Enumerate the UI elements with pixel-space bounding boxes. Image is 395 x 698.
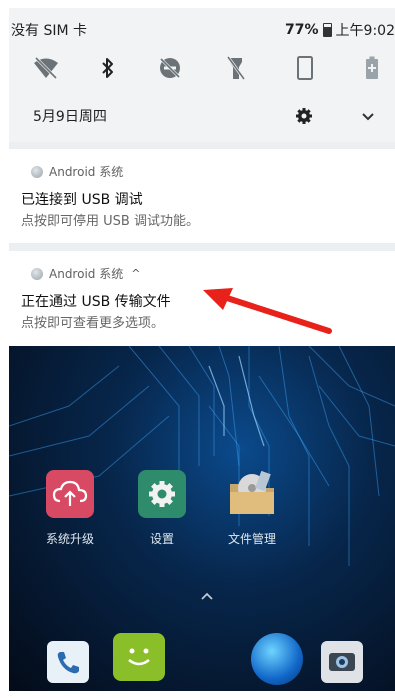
settings-icon (138, 470, 186, 518)
notification-header: Android 系统 (31, 163, 123, 180)
date-label: 5月9日周四 (33, 109, 107, 125)
flashlight-off-icon[interactable] (221, 53, 251, 83)
dock (9, 631, 395, 691)
app-settings[interactable]: 设置 (122, 470, 202, 547)
app-file-manager[interactable]: 文件管理 (212, 470, 292, 547)
notification-app-name: Android 系统 (49, 165, 124, 179)
do-not-disturb-off-icon[interactable] (155, 53, 185, 83)
quick-settings-footer: 5月9日周四 (9, 102, 395, 132)
carrier-label: 没有 SIM 卡 (11, 23, 87, 39)
battery-saver-icon[interactable] (357, 53, 387, 83)
notification-body: 点按即可停用 USB 调试功能。 (21, 214, 199, 229)
notification-header: Android 系统 ^ (31, 265, 140, 282)
messages-icon[interactable] (113, 633, 165, 681)
file-manager-icon (228, 470, 276, 518)
status-right: 77% 上午9:02 (285, 20, 395, 40)
app-label: 系统升级 (45, 532, 94, 546)
app-label: 设置 (149, 532, 174, 546)
clock: 上午9:02 (335, 23, 395, 39)
android-system-icon (31, 165, 43, 178)
phone-icon[interactable] (47, 641, 89, 683)
camera-icon[interactable] (321, 641, 363, 683)
browser-icon[interactable] (251, 633, 303, 685)
rotation-lock-icon[interactable] (290, 53, 320, 83)
home-screen-wallpaper: 系统升级 设置 文件管理 (9, 346, 395, 691)
app-label: 文件管理 (227, 532, 276, 546)
notification-usb-debugging[interactable]: Android 系统 已连接到 USB 调试 点按即可停用 USB 调试功能。 (9, 149, 395, 243)
gear-icon[interactable] (292, 104, 316, 128)
app-system-upgrade[interactable]: 系统升级 (30, 470, 110, 547)
notification-title: 正在通过 USB 传输文件 (21, 294, 171, 310)
quick-settings-tiles (9, 53, 395, 87)
notification-title: 已连接到 USB 调试 (21, 192, 143, 208)
collapse-caret[interactable]: ^ (131, 267, 140, 280)
battery-icon (322, 23, 332, 37)
bluetooth-icon[interactable] (93, 53, 123, 83)
notification-app-name: Android 系统 (49, 267, 124, 281)
android-system-icon (31, 267, 43, 280)
system-upgrade-icon (46, 470, 94, 518)
chevron-down-icon[interactable] (356, 104, 380, 128)
wifi-off-icon[interactable] (31, 53, 61, 83)
app-drawer-caret-icon[interactable] (197, 588, 217, 602)
battery-percent: 77% (285, 22, 319, 38)
status-bar: 没有 SIM 卡 77% 上午9:02 (9, 8, 395, 48)
annotation-arrow-icon (203, 288, 332, 334)
quick-settings-panel: 没有 SIM 卡 77% 上午9:02 5月9日周四 (9, 8, 395, 142)
notification-shade-screen: 没有 SIM 卡 77% 上午9:02 5月9日周四 Android 系统 已连… (9, 8, 395, 691)
notification-body: 点按即可查看更多选项。 (21, 316, 165, 331)
